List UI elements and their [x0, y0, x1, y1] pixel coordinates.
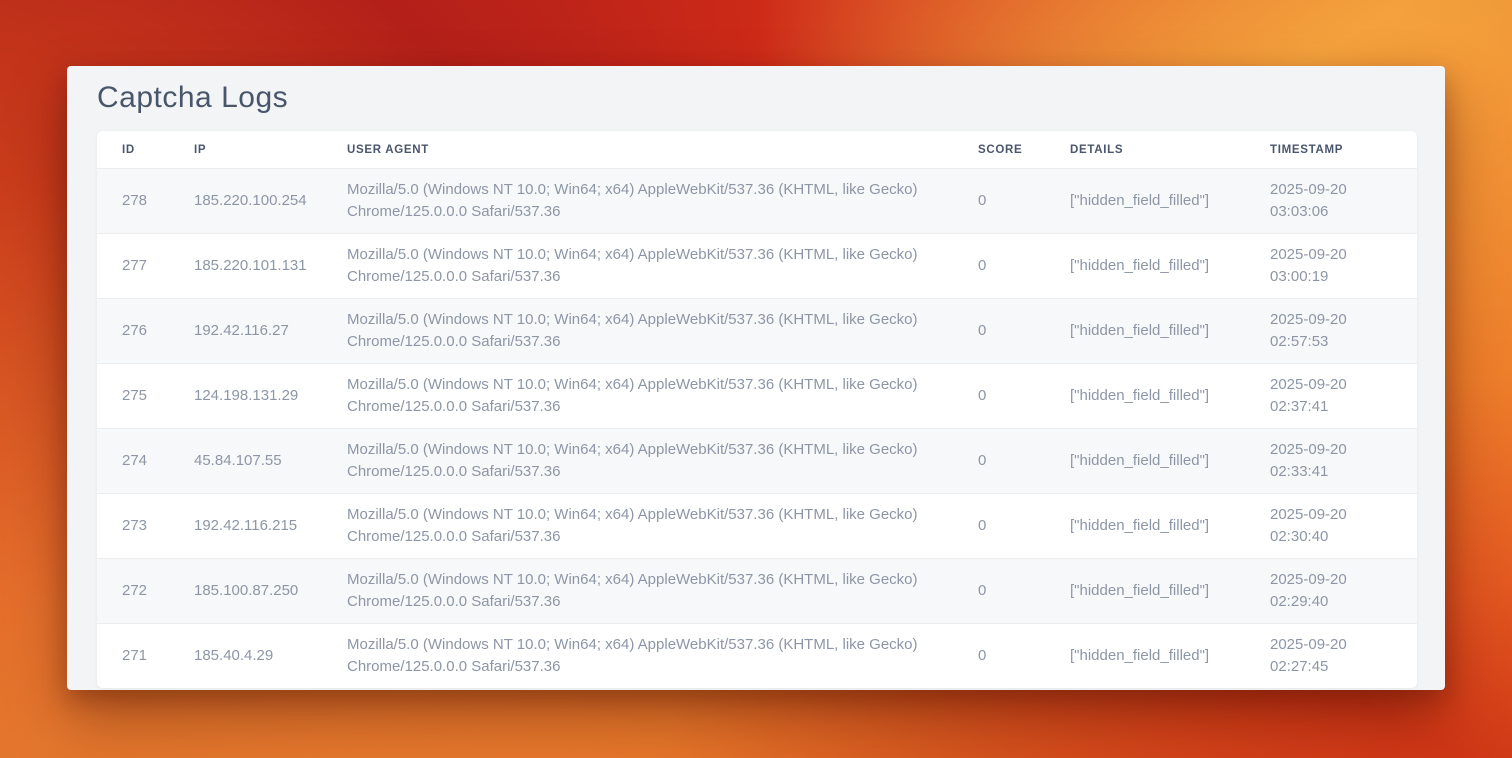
cell-score: 0 — [978, 580, 1070, 602]
cell-score: 0 — [978, 190, 1070, 212]
cell-details: ["hidden_field_filled"] — [1070, 255, 1270, 277]
table-row: 276 192.42.116.27 Mozilla/5.0 (Windows N… — [97, 298, 1417, 363]
cell-ip: 185.40.4.29 — [194, 645, 347, 667]
cell-ip: 192.42.116.27 — [194, 320, 347, 342]
cell-id: 273 — [122, 515, 194, 537]
cell-id: 272 — [122, 580, 194, 602]
column-header-user-agent: USER AGENT — [347, 144, 978, 156]
cell-ip: 124.198.131.29 — [194, 385, 347, 407]
cell-ip: 185.100.87.250 — [194, 580, 347, 602]
cell-timestamp: 2025-09-20 02:57:53 — [1270, 309, 1397, 353]
cell-ip: 185.220.101.131 — [194, 255, 347, 277]
table-row: 272 185.100.87.250 Mozilla/5.0 (Windows … — [97, 558, 1417, 623]
page-title: Captcha Logs — [97, 80, 1415, 116]
cell-user-agent: Mozilla/5.0 (Windows NT 10.0; Win64; x64… — [347, 634, 978, 678]
cell-user-agent: Mozilla/5.0 (Windows NT 10.0; Win64; x64… — [347, 504, 978, 548]
cell-details: ["hidden_field_filled"] — [1070, 385, 1270, 407]
cell-timestamp: 2025-09-20 02:30:40 — [1270, 504, 1397, 548]
captcha-logs-card: Captcha Logs ID IP USER AGENT SCORE DETA… — [67, 66, 1445, 690]
cell-id: 271 — [122, 645, 194, 667]
cell-user-agent: Mozilla/5.0 (Windows NT 10.0; Win64; x64… — [347, 179, 978, 223]
cell-score: 0 — [978, 645, 1070, 667]
cell-user-agent: Mozilla/5.0 (Windows NT 10.0; Win64; x64… — [347, 569, 978, 613]
cell-id: 278 — [122, 190, 194, 212]
cell-timestamp: 2025-09-20 02:27:45 — [1270, 634, 1397, 678]
cell-score: 0 — [978, 450, 1070, 472]
cell-user-agent: Mozilla/5.0 (Windows NT 10.0; Win64; x64… — [347, 244, 978, 288]
cell-ip: 185.220.100.254 — [194, 190, 347, 212]
cell-score: 0 — [978, 320, 1070, 342]
cell-id: 274 — [122, 450, 194, 472]
column-header-ip: IP — [194, 144, 347, 156]
cell-user-agent: Mozilla/5.0 (Windows NT 10.0; Win64; x64… — [347, 439, 978, 483]
table-header-row: ID IP USER AGENT SCORE DETAILS TIMESTAMP — [97, 131, 1417, 168]
cell-user-agent: Mozilla/5.0 (Windows NT 10.0; Win64; x64… — [347, 374, 978, 418]
cell-timestamp: 2025-09-20 03:03:06 — [1270, 179, 1397, 223]
cell-score: 0 — [978, 515, 1070, 537]
captcha-logs-table: ID IP USER AGENT SCORE DETAILS TIMESTAMP… — [97, 131, 1417, 688]
cell-ip: 45.84.107.55 — [194, 450, 347, 472]
cell-timestamp: 2025-09-20 02:37:41 — [1270, 374, 1397, 418]
column-header-timestamp: TIMESTAMP — [1270, 144, 1397, 156]
cell-ip: 192.42.116.215 — [194, 515, 347, 537]
table-row: 274 45.84.107.55 Mozilla/5.0 (Windows NT… — [97, 428, 1417, 493]
cell-timestamp: 2025-09-20 03:00:19 — [1270, 244, 1397, 288]
cell-details: ["hidden_field_filled"] — [1070, 580, 1270, 602]
cell-timestamp: 2025-09-20 02:33:41 — [1270, 439, 1397, 483]
cell-details: ["hidden_field_filled"] — [1070, 515, 1270, 537]
table-row: 277 185.220.101.131 Mozilla/5.0 (Windows… — [97, 233, 1417, 298]
column-header-score: SCORE — [978, 144, 1070, 156]
table-row: 271 185.40.4.29 Mozilla/5.0 (Windows NT … — [97, 623, 1417, 688]
cell-id: 275 — [122, 385, 194, 407]
cell-score: 0 — [978, 385, 1070, 407]
cell-score: 0 — [978, 255, 1070, 277]
table-row: 278 185.220.100.254 Mozilla/5.0 (Windows… — [97, 168, 1417, 233]
cell-timestamp: 2025-09-20 02:29:40 — [1270, 569, 1397, 613]
table-row: 273 192.42.116.215 Mozilla/5.0 (Windows … — [97, 493, 1417, 558]
table-row: 275 124.198.131.29 Mozilla/5.0 (Windows … — [97, 363, 1417, 428]
cell-id: 276 — [122, 320, 194, 342]
cell-id: 277 — [122, 255, 194, 277]
column-header-id: ID — [122, 144, 194, 156]
cell-user-agent: Mozilla/5.0 (Windows NT 10.0; Win64; x64… — [347, 309, 978, 353]
cell-details: ["hidden_field_filled"] — [1070, 645, 1270, 667]
table-body: 278 185.220.100.254 Mozilla/5.0 (Windows… — [97, 168, 1417, 688]
cell-details: ["hidden_field_filled"] — [1070, 190, 1270, 212]
cell-details: ["hidden_field_filled"] — [1070, 320, 1270, 342]
column-header-details: DETAILS — [1070, 144, 1270, 156]
cell-details: ["hidden_field_filled"] — [1070, 450, 1270, 472]
